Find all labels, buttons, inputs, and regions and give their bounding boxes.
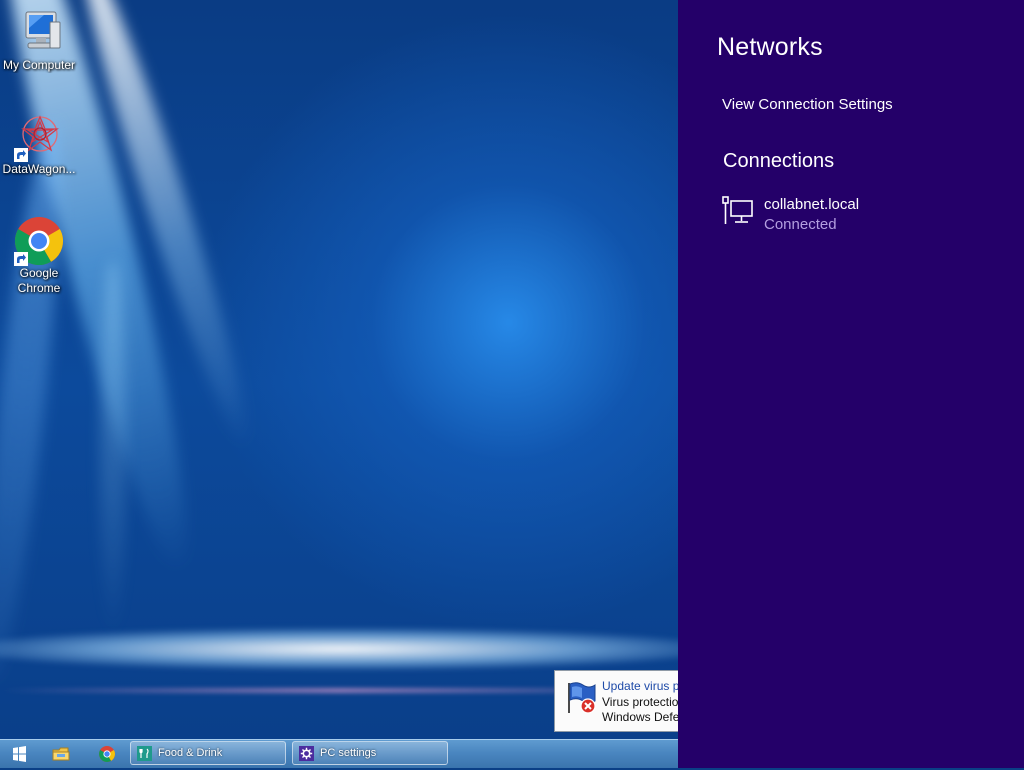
connection-status: Connected <box>764 216 837 233</box>
windows-defender-flag-icon <box>568 682 596 714</box>
gear-icon <box>299 746 314 761</box>
taskbar-file-explorer[interactable] <box>48 743 74 765</box>
connection-item-collabnet[interactable]: collabnet.local Connected <box>722 193 1002 239</box>
chrome-icon <box>99 746 115 762</box>
virus-protection-notification[interactable]: Update virus p Virus protectio Windows D… <box>554 670 678 732</box>
networks-panel: Networks View Connection Settings Connec… <box>678 0 1024 768</box>
file-explorer-icon <box>52 747 70 761</box>
task-label: PC settings <box>320 747 377 759</box>
view-connection-settings-link[interactable]: View Connection Settings <box>722 96 893 113</box>
desktop-icon-google-chrome[interactable]: Google Chrome <box>0 216 78 296</box>
shortcut-arrow-icon <box>14 252 28 266</box>
connection-name: collabnet.local <box>764 196 860 213</box>
task-label: Food & Drink <box>158 747 223 759</box>
desktop-icon-my-computer[interactable]: My Computer <box>0 8 78 73</box>
notification-line: Windows Defe <box>602 710 678 724</box>
notification-line: Virus protectio <box>602 695 678 709</box>
desktop-icon-label: Google Chrome <box>17 266 61 295</box>
datawagon-icon <box>14 112 64 162</box>
start-button[interactable] <box>6 743 32 765</box>
connections-heading: Connections <box>723 150 835 172</box>
taskbar: Food & Drink PC settings <box>0 739 678 768</box>
taskbar-task-pc-settings[interactable]: PC settings <box>292 741 448 765</box>
computer-icon <box>14 8 64 58</box>
desktop-icon-label: DataWagon... <box>2 162 76 176</box>
notification-title: Update virus p <box>602 679 678 693</box>
wallpaper-glow-band <box>0 628 678 670</box>
shortcut-arrow-icon <box>14 148 28 162</box>
wallpaper-light-streak <box>100 260 126 640</box>
panel-title: Networks <box>717 33 823 61</box>
desktop-wallpaper: My Computer DataWagon... Google Chrome <box>0 0 678 768</box>
chrome-icon <box>14 216 64 266</box>
windows-logo-icon <box>13 746 26 762</box>
taskbar-task-food-drink[interactable]: Food & Drink <box>130 741 286 765</box>
desktop-icon-label: My Computer <box>2 58 76 72</box>
wired-network-icon <box>722 196 753 224</box>
taskbar-chrome[interactable] <box>94 743 120 765</box>
food-drink-icon <box>137 746 152 761</box>
desktop-icon-datawagon[interactable]: DataWagon... <box>0 112 78 177</box>
